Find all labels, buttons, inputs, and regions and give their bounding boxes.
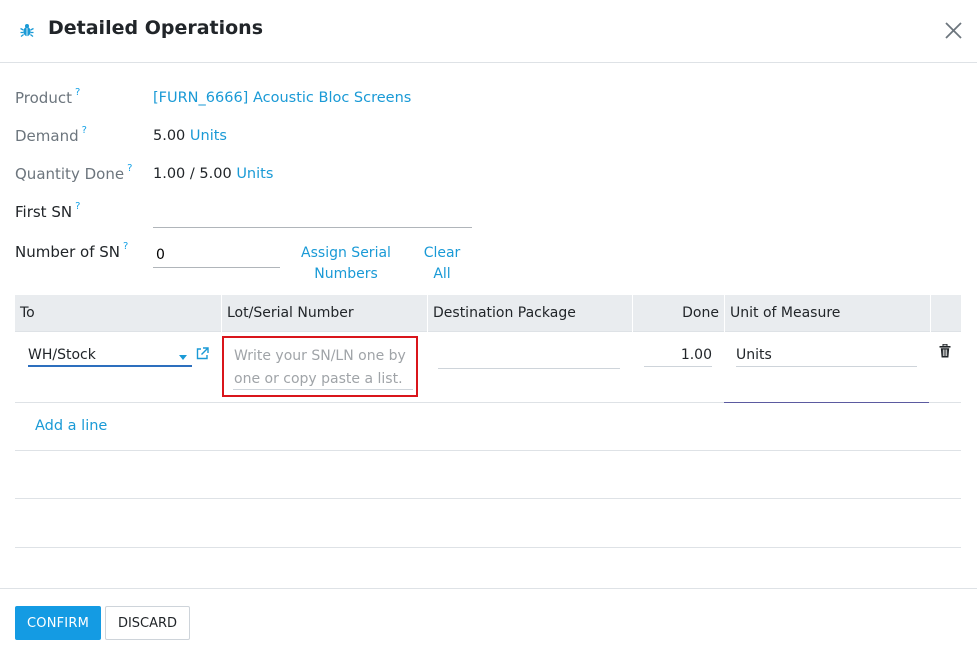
number-of-sn-input[interactable]	[153, 243, 280, 268]
column-header-lot-serial[interactable]: Lot/Serial Number	[221, 295, 427, 332]
demand-label: Demand?	[15, 125, 87, 145]
table-header: To Lot/Serial Number Destination Package…	[15, 295, 961, 332]
close-icon[interactable]	[943, 20, 964, 41]
assign-label-line2: Numbers	[314, 266, 378, 282]
first-sn-input[interactable]	[153, 203, 472, 228]
first-sn-label: First SN?	[15, 201, 81, 221]
clear-label-line2: All	[433, 266, 451, 282]
quantity-total: 5.00	[199, 166, 232, 182]
column-header-actions	[930, 295, 961, 332]
chevron-down-icon[interactable]	[179, 355, 187, 360]
lot-serial-placeholder: Write your SN/LN one by one or copy past…	[234, 348, 406, 387]
external-link-icon[interactable]	[196, 347, 209, 360]
dialog-title: Detailed Operations	[48, 17, 264, 39]
lot-serial-underline	[233, 389, 413, 390]
quantity-done-label: Quantity Done?	[15, 163, 133, 183]
trash-icon[interactable]	[939, 344, 951, 358]
table-row[interactable]: Write your SN/LN one by one or copy past…	[15, 332, 961, 403]
dialog-footer: CONFIRM DISCARD	[0, 588, 977, 651]
help-icon[interactable]: ?	[75, 201, 80, 212]
quantity-done-amount: 1.00	[153, 166, 186, 182]
destination-package-input[interactable]	[438, 346, 620, 369]
uom-input[interactable]	[736, 344, 917, 367]
quantity-unit-link[interactable]: Units	[236, 166, 273, 182]
demand-quantity: 5.00	[153, 128, 186, 144]
help-icon[interactable]: ?	[75, 87, 80, 98]
number-of-sn-label: Number of SN?	[15, 241, 129, 261]
column-header-destination-package[interactable]: Destination Package	[427, 295, 632, 332]
column-header-to[interactable]: To	[15, 295, 221, 332]
add-line-row: Add a line	[15, 403, 961, 451]
confirm-button[interactable]: CONFIRM	[15, 606, 101, 640]
help-icon[interactable]: ?	[127, 163, 132, 174]
lot-serial-textarea[interactable]: Write your SN/LN one by one or copy past…	[222, 336, 418, 397]
quantity-separator: /	[189, 166, 195, 182]
demand-value: 5.00 Units	[153, 128, 227, 144]
empty-row	[15, 451, 961, 499]
column-header-uom[interactable]: Unit of Measure	[724, 295, 930, 332]
assign-serial-numbers-button[interactable]: Assign Serial Numbers	[298, 243, 394, 285]
bug-icon	[20, 24, 34, 38]
add-line-link[interactable]: Add a line	[35, 418, 107, 434]
quantity-done-value: 1.00 / 5.00 Units	[153, 166, 273, 182]
help-icon[interactable]: ?	[123, 241, 128, 252]
done-quantity-input[interactable]	[644, 344, 712, 367]
product-label: Product?	[15, 87, 81, 107]
demand-unit-link[interactable]: Units	[190, 128, 227, 144]
dialog-header: Detailed Operations	[0, 0, 977, 63]
clear-all-button[interactable]: Clear All	[420, 243, 464, 285]
assign-label-line1: Assign Serial	[301, 245, 391, 261]
product-link[interactable]: [FURN_6666] Acoustic Bloc Screens	[153, 90, 411, 106]
to-location-input[interactable]	[28, 344, 192, 367]
empty-row	[15, 499, 961, 548]
column-header-done[interactable]: Done	[632, 295, 724, 332]
move-lines-table: To Lot/Serial Number Destination Package…	[15, 295, 961, 548]
discard-button[interactable]: DISCARD	[105, 606, 190, 640]
help-icon[interactable]: ?	[82, 125, 87, 136]
clear-label-line1: Clear	[423, 245, 461, 261]
